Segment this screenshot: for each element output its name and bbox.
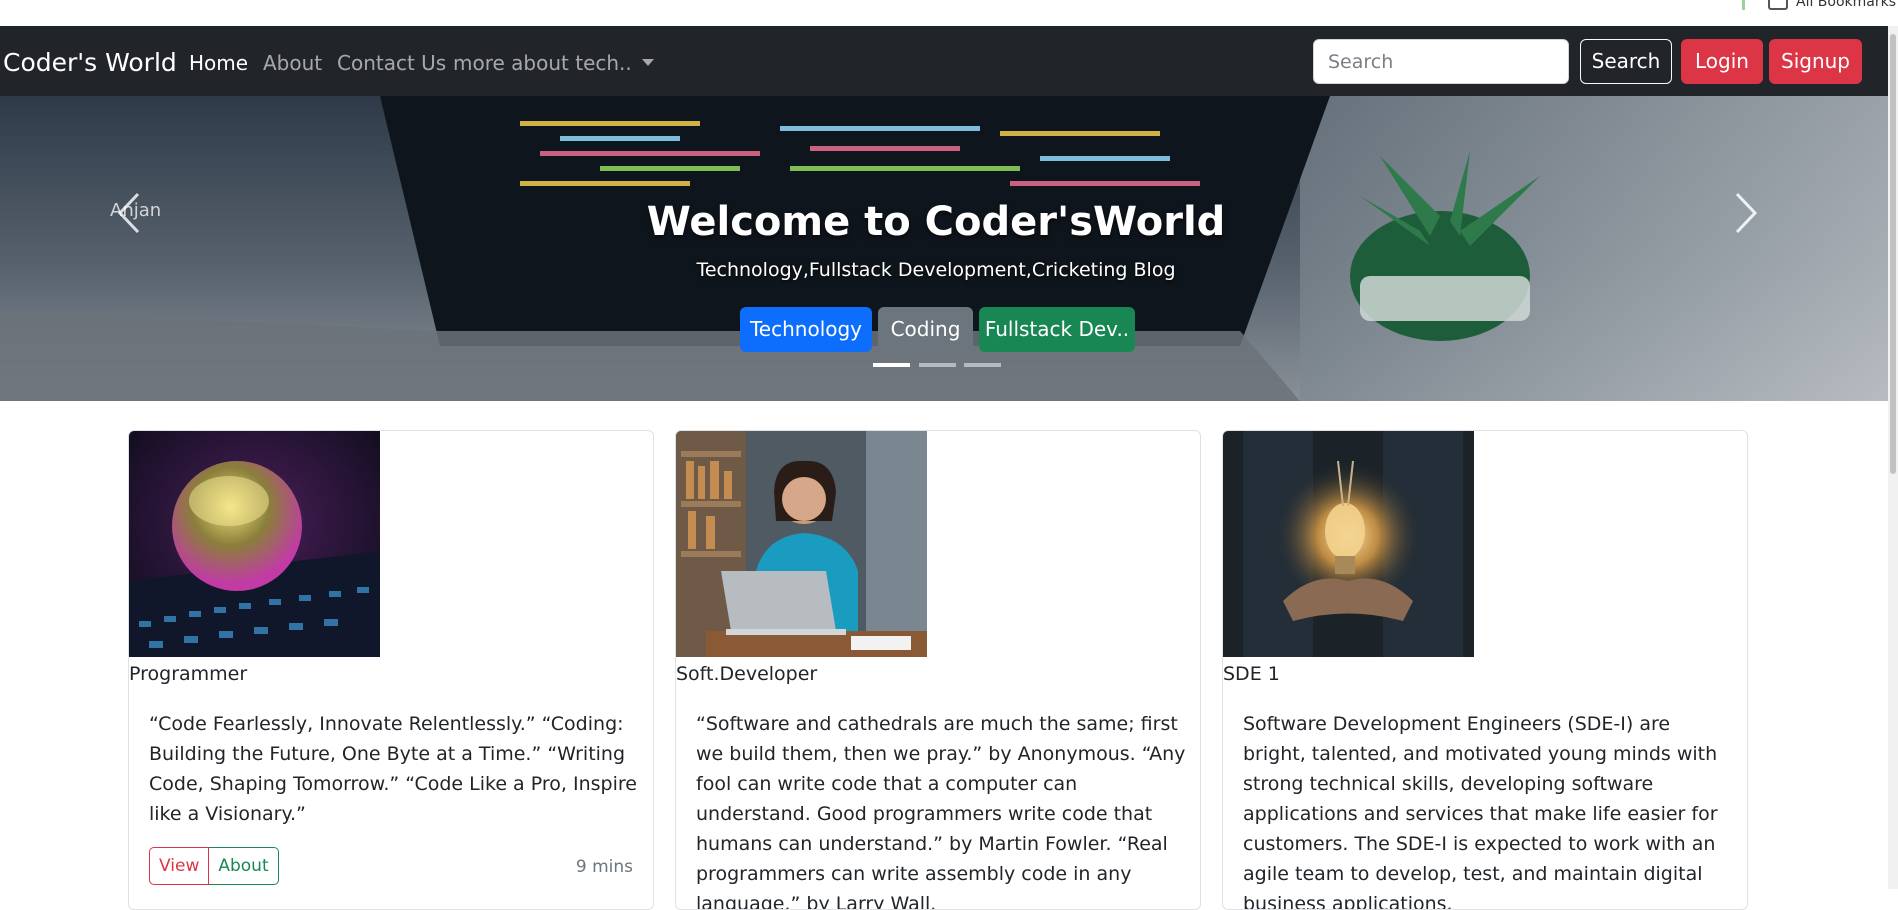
carousel-indicator-2[interactable]	[919, 363, 956, 367]
nav-dropdown-label: more about tech..	[453, 51, 632, 75]
scrollbar-thumb[interactable]	[1890, 34, 1896, 474]
card-label: Programmer	[129, 663, 248, 685]
search-button[interactable]: Search	[1580, 39, 1672, 84]
card-button-group: View About	[149, 847, 279, 885]
view-button[interactable]: View	[149, 847, 210, 885]
fullstack-dev-button[interactable]: Fullstack Dev..	[979, 307, 1135, 352]
login-button[interactable]: Login	[1681, 39, 1763, 84]
carousel-indicator-3[interactable]	[964, 363, 1001, 367]
card-image-woman-laptop	[676, 431, 927, 657]
coding-button[interactable]: Coding	[878, 307, 973, 352]
nav-home[interactable]: Home	[189, 51, 248, 75]
technology-button[interactable]: Technology	[740, 307, 872, 352]
nav-contact-us[interactable]: Contact Us	[337, 51, 446, 75]
search-input[interactable]	[1313, 39, 1569, 84]
bookmark-separator	[1742, 0, 1745, 10]
card-text: “Code Fearlessly, Innovate Relentlessly.…	[149, 713, 637, 825]
navbar: Coder's World Home About Contact Us more…	[0, 26, 1888, 96]
carousel-indicator-1[interactable]	[873, 363, 910, 367]
card-text: Software Development Engineers (SDE-I) a…	[1243, 713, 1718, 910]
hero-title: Welcome to Coder'sWorld	[646, 199, 1226, 245]
nav-about[interactable]: About	[263, 51, 322, 75]
card-image-crystal-ball	[129, 431, 380, 657]
hero-carousel: Anjan Welcome to Coder'sWorld Technology…	[0, 96, 1888, 401]
hero-subtitle: Technology,Fullstack Development,Cricket…	[696, 259, 1176, 281]
card-soft-developer: Soft.Developer “Software and cathedrals …	[675, 430, 1201, 910]
brand-logo[interactable]: Coder's World	[3, 48, 177, 77]
caret-down-icon	[641, 59, 654, 66]
card-programmer: Programmer “Code Fearlessly, Innovate Re…	[128, 430, 654, 910]
signup-button[interactable]: Signup	[1769, 39, 1862, 84]
read-time: 9 mins	[575, 857, 633, 877]
about-button[interactable]: About	[209, 847, 279, 885]
all-bookmarks-label[interactable]: All Bookmarks	[1796, 0, 1896, 10]
nav-dropdown-more-about-tech[interactable]: more about tech..	[453, 51, 654, 75]
browser-top-strip: All Bookmarks	[0, 0, 1898, 26]
card-label: Soft.Developer	[676, 663, 818, 685]
folder-icon	[1768, 0, 1788, 10]
hero-background-image	[0, 96, 1888, 401]
card-text: “Software and cathedrals are much the sa…	[696, 713, 1186, 910]
card-sde-1: SDE 1 Software Development Engineers (SD…	[1222, 430, 1748, 910]
card-label: SDE 1	[1223, 663, 1280, 685]
page-scrollbar[interactable]	[1888, 26, 1898, 889]
card-image-lightbulb-hands	[1223, 431, 1474, 657]
